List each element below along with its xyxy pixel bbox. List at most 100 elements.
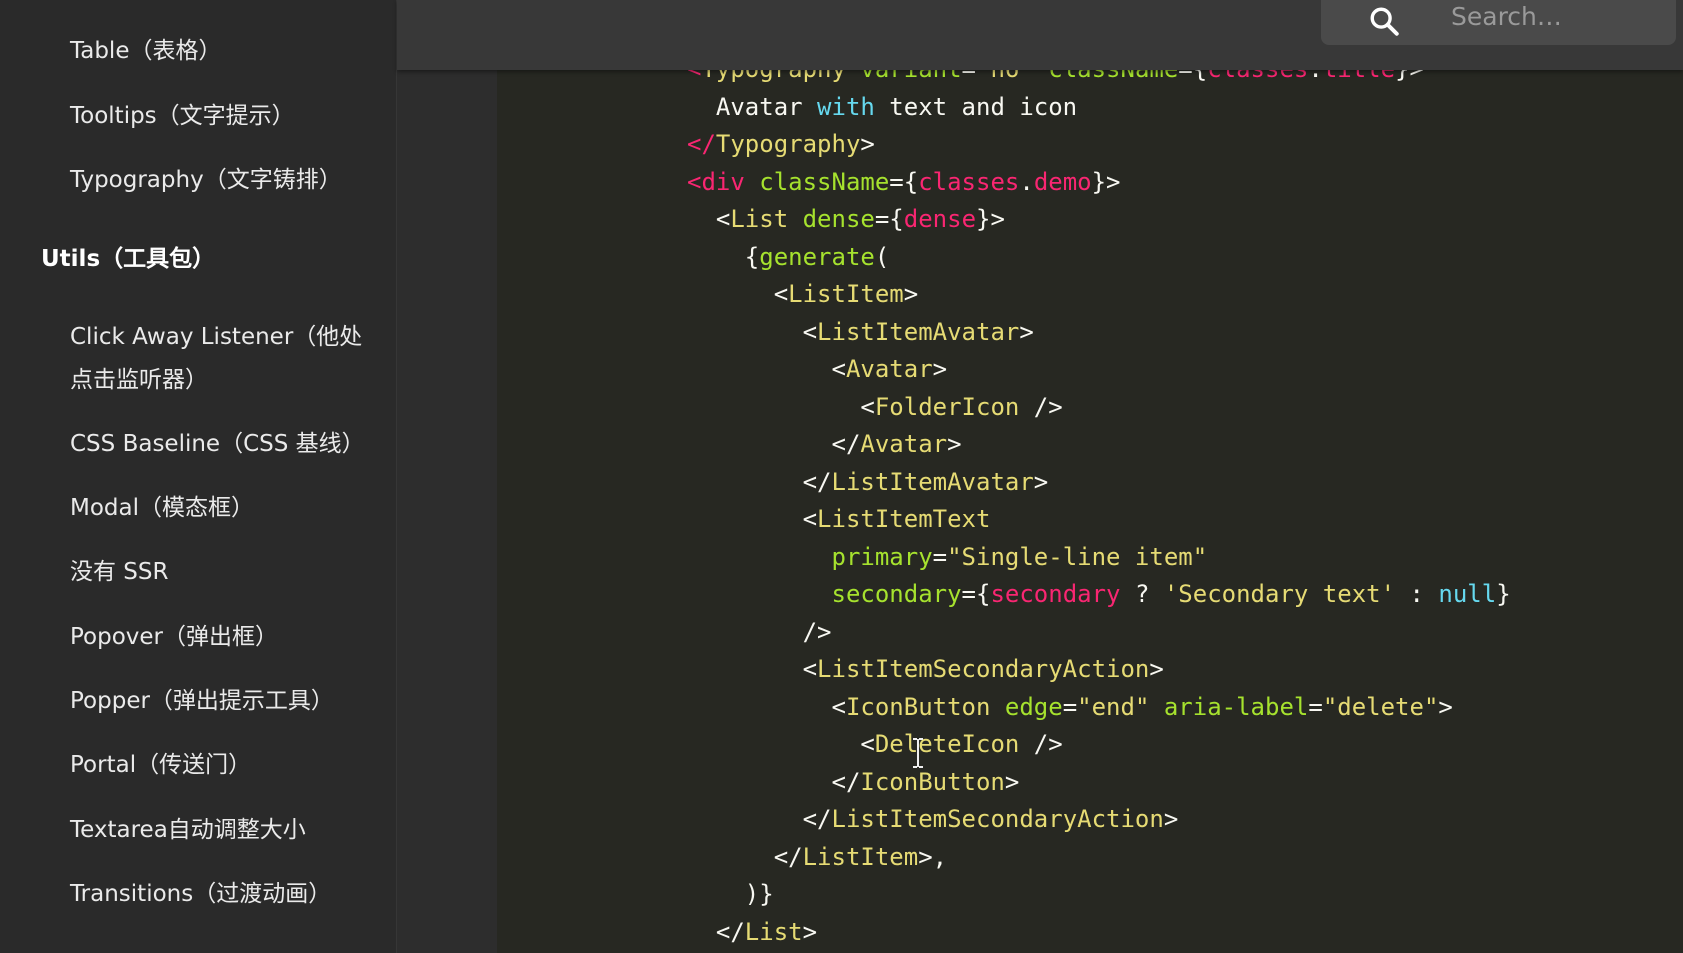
code-token: ListItemSecondaryAction <box>817 655 1150 683</box>
code-token: ListItemSecondaryAction <box>831 805 1164 833</box>
sidebar-item-no-ssr[interactable]: 没有 SSR <box>70 551 380 594</box>
code-token: . <box>1019 167 1034 196</box>
code-token: ? <box>1120 580 1164 608</box>
code-token: < <box>687 355 846 383</box>
code-token: className <box>1034 70 1178 83</box>
code-line: Avatar with text and icon <box>687 89 1077 127</box>
code-token: secondary <box>687 580 962 608</box>
search-input[interactable] <box>1449 0 1663 32</box>
code-token: "end" <box>1077 692 1150 721</box>
code-token: DeleteIcon <box>874 730 1020 758</box>
code-block[interactable]: <Typography variant="h6" className={clas… <box>497 70 1683 953</box>
code-token: Typography <box>701 70 846 83</box>
code-token: > <box>1163 805 1179 833</box>
code-token: : <box>1395 580 1439 608</box>
code-token: ListItemAvatar <box>817 317 1020 346</box>
sidebar-item-click-away-listener[interactable]: Click Away Listener（他处 点击监听器） <box>70 316 380 402</box>
sidebar-item-modal[interactable]: Modal（模态框） <box>70 487 380 530</box>
code-token: with <box>817 92 875 121</box>
code-token: classes <box>1207 70 1308 83</box>
code-line: <ListItemAvatar> <box>687 314 1034 352</box>
main-content: <Typography variant="h6" className={clas… <box>397 70 1683 953</box>
code-token: < <box>687 205 731 233</box>
code-token: ={ <box>1178 70 1207 83</box>
sidebar-item-css-baseline[interactable]: CSS Baseline（CSS 基线） <box>70 423 380 466</box>
code-token: . <box>1308 70 1322 83</box>
code-token: </ <box>687 430 861 458</box>
code-line: )} <box>687 876 774 914</box>
code-token: = <box>932 542 948 571</box>
code-line: <Avatar> <box>687 351 947 389</box>
code-token: </ <box>687 130 716 158</box>
code-token: aria-label <box>1149 692 1309 721</box>
code-token: > <box>1033 467 1049 496</box>
code-token: null <box>1438 580 1497 608</box>
code-token: { <box>687 242 760 271</box>
code-token: ={ <box>874 205 904 233</box>
app-window: Table（表格） Tooltips（文字提示） Typography（文字铸排… <box>0 0 1683 953</box>
code-line: {generate( <box>687 239 890 277</box>
code-token: "h6" <box>976 70 1034 83</box>
code-token: > <box>932 355 948 383</box>
sidebar-item-tooltips[interactable]: Tooltips（文字提示） <box>70 95 380 138</box>
code-line: <DeleteIcon /> <box>687 726 1063 764</box>
code-token: }> <box>976 205 1005 233</box>
code-token: < <box>687 317 818 346</box>
sidebar-section-utils[interactable]: Utils（工具包） <box>41 238 215 281</box>
code-token: 'Secondary text' <box>1163 580 1396 608</box>
sidebar-nav: Table（表格） Tooltips（文字提示） Typography（文字铸排… <box>0 0 397 953</box>
code-token: variant <box>846 70 961 83</box>
code-token: }> <box>1091 167 1121 196</box>
code-line: <ListItemSecondaryAction> <box>687 651 1164 689</box>
code-token: "Single-line item" <box>947 542 1208 571</box>
code-token: </ <box>687 767 861 796</box>
code-token: }> <box>1395 70 1424 83</box>
code-token: className <box>744 167 890 196</box>
sidebar-item-textarea-autosize[interactable]: Textarea自动调整大小 <box>70 809 380 852</box>
sidebar-item-label: 点击监听器） <box>70 367 208 393</box>
sidebar-item-portal[interactable]: Portal（传送门） <box>70 744 380 787</box>
search-icon[interactable] <box>1367 4 1401 38</box>
code-line: <List dense={dense}> <box>687 201 1005 239</box>
code-token: ListItemAvatar <box>831 467 1034 496</box>
code-token: secondary <box>990 580 1121 608</box>
sidebar-item-typography[interactable]: Typography（文字铸排） <box>70 159 380 202</box>
code-token: Avatar <box>860 430 948 458</box>
code-token: < <box>687 730 875 758</box>
code-token: primary <box>687 542 933 571</box>
code-token: ={ <box>889 167 919 196</box>
code-token: Typography <box>715 130 861 158</box>
code-line: </ListItemSecondaryAction> <box>687 801 1179 839</box>
code-line: </Avatar> <box>687 426 962 464</box>
code-token: = <box>962 70 976 83</box>
code-line: </List> <box>687 914 817 952</box>
top-app-bar <box>397 0 1683 70</box>
code-token: /> <box>1019 730 1063 758</box>
code-token: ListItem <box>788 280 904 308</box>
code-token: } <box>1496 580 1511 608</box>
code-token: </ <box>687 805 832 833</box>
sidebar-item-transitions[interactable]: Transitions（过渡动画） <box>70 873 380 916</box>
code-line: </ListItem>, <box>687 839 947 877</box>
code-token: < <box>687 392 875 421</box>
code-token: generate <box>759 242 875 271</box>
code-token: > <box>1019 317 1034 346</box>
code-token: < <box>687 655 818 683</box>
code-line: <ListItemText <box>687 501 991 539</box>
search-box[interactable] <box>1321 0 1676 45</box>
code-token: > <box>947 430 962 458</box>
code-token: </ <box>687 842 803 871</box>
code-line: /> <box>687 614 832 652</box>
sidebar-item-popover[interactable]: Popover（弹出框） <box>70 616 380 659</box>
code-token: </ <box>687 917 745 946</box>
code-token: > <box>1149 655 1164 683</box>
sidebar-item-popper[interactable]: Popper（弹出提示工具） <box>70 680 380 723</box>
code-token: >, <box>918 842 948 871</box>
code-token: ListItemText <box>817 505 991 533</box>
code-token: FolderIcon <box>874 392 1020 421</box>
code-token: ={ <box>961 580 991 608</box>
sidebar-item-table[interactable]: Table（表格） <box>70 30 380 73</box>
code-token: < <box>687 280 789 308</box>
code-token: /> <box>1019 392 1063 421</box>
code-token: </ <box>687 467 832 496</box>
